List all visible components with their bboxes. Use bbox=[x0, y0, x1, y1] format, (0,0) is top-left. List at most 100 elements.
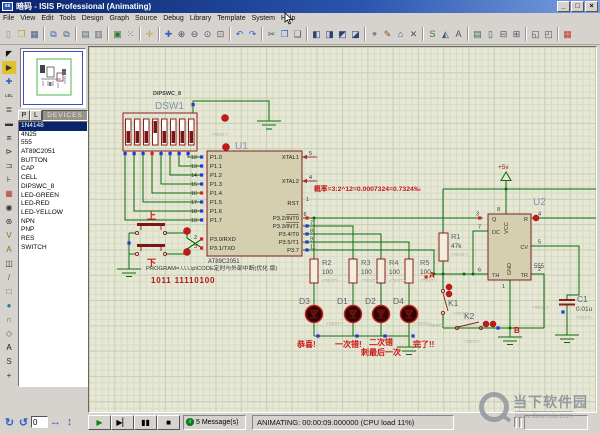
zoom-area-icon[interactable]: ⊡ bbox=[214, 26, 227, 42]
junction-dot-icon[interactable]: ✚ bbox=[2, 75, 16, 88]
device-item-555[interactable]: 555 bbox=[19, 139, 87, 148]
print-icon[interactable]: ▤ bbox=[79, 26, 92, 42]
rotate-ccw-icon[interactable]: ↺ bbox=[17, 416, 30, 429]
pause-button[interactable]: ▮▮ bbox=[134, 415, 157, 430]
origin-icon[interactable]: ✛ bbox=[143, 26, 156, 42]
pick-devices-button[interactable]: P bbox=[18, 110, 30, 121]
device-item-1n4148[interactable]: 1N4148 bbox=[19, 122, 87, 131]
new-sheet-icon[interactable]: ▯ bbox=[484, 26, 497, 42]
schematic-canvas[interactable]: DIPSWC_8 DSW1 U1 U2 P1.0 P1.1 P1.2 P1.3 … bbox=[88, 46, 597, 413]
r3-resistor[interactable] bbox=[349, 259, 357, 283]
button-down[interactable] bbox=[135, 244, 166, 256]
pan-icon[interactable]: ✚ bbox=[162, 26, 175, 42]
open-folder-icon[interactable]: ❒ bbox=[15, 26, 28, 42]
bus-icon[interactable]: ▬ bbox=[2, 117, 16, 130]
device-item-led-yellow[interactable]: LED-YELLOW bbox=[19, 209, 87, 218]
device-item-button[interactable]: BUTTON bbox=[19, 157, 87, 166]
device-item-switch[interactable]: SWITCH bbox=[19, 244, 87, 253]
block-copy-icon[interactable]: ◧ bbox=[310, 26, 323, 42]
terminal-icon[interactable]: ⊐ bbox=[2, 159, 16, 172]
selection-mode-icon[interactable]: ◤ bbox=[2, 47, 16, 60]
library-button[interactable]: L bbox=[30, 110, 42, 121]
device-item-res[interactable]: RES bbox=[19, 235, 87, 244]
rotate-angle-input[interactable] bbox=[31, 416, 48, 428]
menu-system[interactable]: System bbox=[249, 15, 278, 22]
mark-area-icon[interactable]: ▥ bbox=[92, 26, 105, 42]
property-assign-icon[interactable]: A bbox=[452, 26, 465, 42]
device-item-led-green[interactable]: LED-GREEN bbox=[19, 192, 87, 201]
menu-edit[interactable]: Edit bbox=[38, 15, 56, 22]
menu-debug[interactable]: Debug bbox=[160, 15, 187, 22]
copy-icon[interactable]: ❐ bbox=[278, 26, 291, 42]
redo-icon[interactable]: ↷ bbox=[246, 26, 259, 42]
new-file-icon[interactable]: ▯ bbox=[2, 26, 15, 42]
zoom-parent-icon[interactable]: ◰ bbox=[542, 26, 555, 42]
menu-graph[interactable]: Graph bbox=[107, 15, 132, 22]
device-icon[interactable]: ⊳ bbox=[2, 145, 16, 158]
gfx-circle-icon[interactable]: ● bbox=[2, 299, 16, 312]
subcircuit-icon[interactable]: ⧈ bbox=[2, 131, 16, 144]
device-item-pnp[interactable]: PNP bbox=[19, 226, 87, 235]
device-item-at89c2051[interactable]: AT89C2051 bbox=[19, 148, 87, 157]
play-button[interactable]: ▶ bbox=[88, 415, 111, 430]
menu-source[interactable]: Source bbox=[132, 15, 160, 22]
gfx-marker-icon[interactable]: + bbox=[2, 369, 16, 382]
block-rotate-icon[interactable]: ◩ bbox=[336, 26, 349, 42]
mirror-v-icon[interactable]: ↕ bbox=[63, 416, 76, 428]
zoom-in-icon[interactable]: ⊕ bbox=[175, 26, 188, 42]
menu-design[interactable]: Design bbox=[79, 15, 107, 22]
overview-window[interactable] bbox=[20, 48, 86, 108]
design-explorer-icon[interactable]: ▤ bbox=[471, 26, 484, 42]
make-device-icon[interactable]: ✎ bbox=[381, 26, 394, 42]
r1-resistor[interactable] bbox=[439, 233, 448, 261]
undo-icon[interactable]: ↶ bbox=[233, 26, 246, 42]
gfx-symbol-icon[interactable]: S bbox=[2, 355, 16, 368]
menu-tools[interactable]: Tools bbox=[56, 15, 78, 22]
erc-icon[interactable]: ▦ bbox=[561, 26, 574, 42]
import-icon[interactable]: ⧉ bbox=[47, 26, 60, 42]
current-probe-icon[interactable]: A bbox=[2, 243, 16, 256]
maximize-button[interactable]: □ bbox=[571, 1, 584, 12]
menu-library[interactable]: Library bbox=[187, 15, 214, 22]
device-item-cap[interactable]: CAP bbox=[19, 165, 87, 174]
zoom-out-icon[interactable]: ⊖ bbox=[188, 26, 201, 42]
export-icon[interactable]: ⧉ bbox=[60, 26, 73, 42]
gfx-path-icon[interactable]: ◇ bbox=[2, 327, 16, 340]
cut-icon[interactable]: ✂ bbox=[265, 26, 278, 42]
minimize-button[interactable]: _ bbox=[557, 1, 570, 12]
graph-mode-icon[interactable]: ▦ bbox=[2, 187, 16, 200]
component-mode-icon[interactable]: ▶ bbox=[2, 61, 16, 74]
text-script-icon[interactable]: ≣ bbox=[2, 103, 16, 116]
grid-icon[interactable]: ⁙ bbox=[124, 26, 137, 42]
dsw1-dip-switch[interactable] bbox=[123, 113, 197, 151]
wire-label-icon[interactable]: LBL bbox=[2, 89, 16, 102]
paste-icon[interactable]: ❏ bbox=[291, 26, 304, 42]
redraw-icon[interactable]: ▣ bbox=[111, 26, 124, 42]
gfx-arc-icon[interactable]: ∩ bbox=[2, 313, 16, 326]
menu-file[interactable]: File bbox=[0, 15, 17, 22]
zoom-child-icon[interactable]: ◱ bbox=[529, 26, 542, 42]
r5-resistor[interactable] bbox=[405, 259, 413, 283]
step-button[interactable]: ▶▏ bbox=[111, 415, 134, 430]
pick-part-icon[interactable]: ⌖ bbox=[368, 26, 381, 42]
menu-view[interactable]: View bbox=[17, 15, 38, 22]
decompose-icon[interactable]: ✕ bbox=[407, 26, 420, 42]
mirror-h-icon[interactable]: ↔ bbox=[49, 416, 62, 428]
button-up[interactable] bbox=[135, 223, 166, 235]
device-item-dipswc_8[interactable]: DIPSWC_8 bbox=[19, 183, 87, 192]
r2-resistor[interactable] bbox=[310, 259, 318, 283]
block-move-icon[interactable]: ◨ bbox=[323, 26, 336, 42]
device-item-led-red[interactable]: LED-RED bbox=[19, 200, 87, 209]
device-pin-icon[interactable]: ⊦ bbox=[2, 173, 16, 186]
gfx-text-icon[interactable]: A bbox=[2, 341, 16, 354]
wire-autoroute-icon[interactable]: S bbox=[426, 26, 439, 42]
device-item-4n25[interactable]: 4N25 bbox=[19, 131, 87, 140]
save-icon[interactable]: ▦ bbox=[28, 26, 41, 42]
block-delete-icon[interactable]: ◪ bbox=[349, 26, 362, 42]
title-bar[interactable]: ss 暗码 - ISIS Professional (Animating) _ … bbox=[0, 0, 600, 13]
message-box[interactable]: i 5 Message(s) bbox=[183, 415, 246, 430]
r4-resistor[interactable] bbox=[377, 259, 385, 283]
rotate-cw-icon[interactable]: ↻ bbox=[3, 416, 16, 429]
goto-sheet-icon[interactable]: ⊞ bbox=[510, 26, 523, 42]
close-button[interactable]: × bbox=[585, 1, 598, 12]
